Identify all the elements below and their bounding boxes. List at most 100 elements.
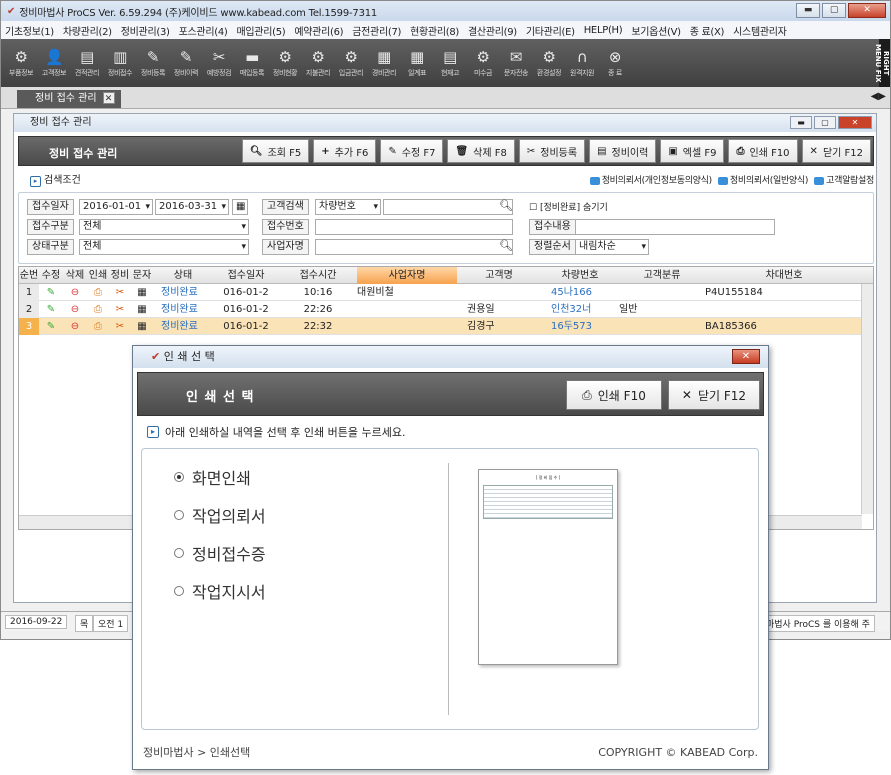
status-cell[interactable]: 정비완료 — [153, 301, 213, 318]
option-screen-print[interactable]: 화면인쇄 — [174, 465, 251, 489]
menu-item[interactable]: 포스관리(4) — [179, 23, 228, 38]
print-button[interactable]: ⎙ 인쇄 F10 — [728, 139, 798, 163]
menu-item[interactable]: 정비관리(3) — [121, 23, 170, 38]
menu-item[interactable]: 시스템관리자 — [733, 23, 787, 38]
vertical-scrollbar[interactable] — [861, 284, 873, 514]
collapse-icon[interactable]: ▸ — [30, 176, 41, 187]
menu-item[interactable]: HELP(H) — [584, 25, 623, 36]
delete-row-icon[interactable]: ⊖ — [63, 301, 87, 318]
message-row-icon[interactable]: ▦ — [131, 318, 153, 335]
customer-search-type[interactable]: 차량번호 — [315, 199, 381, 215]
maximize-button[interactable]: ▢ — [822, 3, 846, 18]
toolbar-button[interactable]: ▬ 매입등록 — [236, 39, 268, 87]
sort-select[interactable]: 내림차순 — [575, 239, 649, 255]
toolbar-button[interactable]: ▦ 경비관리 — [368, 39, 400, 87]
toolbar-button[interactable]: ✎ 정비이력 — [170, 39, 202, 87]
number-input[interactable] — [315, 219, 513, 235]
service-row-icon[interactable]: ✂ — [109, 318, 131, 335]
menu-item[interactable]: 예약관리(6) — [294, 23, 343, 38]
service-row-icon[interactable]: ✂ — [109, 301, 131, 318]
register-button[interactable]: ✂ 정비등록 — [518, 139, 586, 163]
toolbar-button[interactable]: 👤 고객정보 — [38, 39, 70, 87]
radio-icon[interactable] — [174, 586, 184, 596]
toolbar-button[interactable]: ▤ 견적관리 — [71, 39, 103, 87]
inner-close-button[interactable]: ✕ — [838, 116, 872, 129]
message-row-icon[interactable]: ▦ — [131, 284, 153, 301]
grid-header-cell[interactable]: 접수일자 — [213, 267, 279, 284]
dialog-print-button[interactable]: ⎙ 인쇄 F10 — [566, 380, 662, 410]
delete-button[interactable]: 🗑︎ 삭제 F8 — [447, 139, 515, 163]
grid-header-cell[interactable]: 차량번호 — [541, 267, 619, 284]
date-to-field[interactable]: 2016-03-31 — [155, 199, 229, 215]
menu-item[interactable]: 금전관리(7) — [352, 23, 401, 38]
inner-maximize-button[interactable]: ▢ — [814, 116, 836, 129]
grid-header-cell[interactable]: 순번 — [19, 267, 39, 284]
toolbar-button[interactable]: ✂ 예방정검 — [203, 39, 235, 87]
date-from-field[interactable]: 2016-01-01 — [79, 199, 153, 215]
toolbar-button[interactable]: ⚙ 부품정보 — [5, 39, 37, 87]
radio-icon[interactable] — [174, 472, 184, 482]
grid-header-cell[interactable]: 인쇄 — [87, 267, 109, 284]
grid-header-cell[interactable]: 수정 — [39, 267, 63, 284]
status-cell[interactable]: 정비완료 — [153, 318, 213, 335]
menu-item[interactable]: 기초정보(1) — [5, 23, 54, 38]
toolbar-button[interactable]: ✎ 정비등록 — [137, 39, 169, 87]
menu-item[interactable]: 차량관리(2) — [63, 23, 112, 38]
add-button[interactable]: + 추가 F6 — [313, 139, 377, 163]
table-row[interactable]: 3 ✎ ⊖ ⎙ ✂ ▦ 정비완료 016-01-2 22:32 김경구 16두573 BA185366 — [19, 318, 873, 335]
option-reception-receipt[interactable]: 정비접수증 — [174, 541, 266, 565]
table-row[interactable]: 1 ✎ ⊖ ⎙ ✂ ▦ 정비완료 016-01-2 10:16 대원비철 45나166 P4U1551… — [19, 284, 873, 301]
toolbar-button[interactable]: ⊗ 종 료 — [599, 39, 631, 87]
menu-item[interactable]: 종 료(X) — [690, 23, 725, 38]
content-input[interactable] — [575, 219, 775, 235]
grid-header-cell[interactable]: 차대번호 — [705, 267, 863, 284]
close-window-button[interactable]: ✕ 닫기 F12 — [801, 139, 871, 163]
link-customer-alarm[interactable]: 고객알람설정 — [814, 172, 874, 190]
menu-item[interactable]: 결산관리(9) — [468, 23, 517, 38]
dialog-close-button[interactable]: ✕ 닫기 F12 — [668, 380, 760, 410]
toolbar-button[interactable]: ⚙ 지불관리 — [302, 39, 334, 87]
service-row-icon[interactable]: ✂ — [109, 284, 131, 301]
tab-reception[interactable]: 정비 접수 관리 ✕ — [17, 90, 121, 108]
search-button[interactable]: 🔍︎ 조회 F5 — [241, 139, 310, 163]
radio-icon[interactable] — [174, 510, 184, 520]
type-select[interactable]: 전체 — [79, 219, 249, 235]
right-menu-fix[interactable]: RIGHT MENU FIX — [874, 39, 890, 87]
radio-icon[interactable] — [174, 548, 184, 558]
menu-item[interactable]: 보기옵션(V) — [631, 23, 681, 38]
hide-completed-checkbox[interactable]: ☐ [정비완료] 숨기기 — [529, 200, 608, 213]
status-select[interactable]: 전체 — [79, 239, 249, 255]
delete-row-icon[interactable]: ⊖ — [63, 318, 87, 335]
dialog-close-icon[interactable]: ✕ — [732, 349, 760, 364]
biz-search-icon[interactable]: 🔍︎ — [499, 239, 513, 252]
toolbar-button[interactable]: ✉ 문자전송 — [500, 39, 532, 87]
grid-header-cell[interactable]: 고객명 — [457, 267, 541, 284]
grid-header-cell[interactable]: 삭제 — [63, 267, 87, 284]
message-row-icon[interactable]: ▦ — [131, 301, 153, 318]
edit-row-icon[interactable]: ✎ — [39, 318, 63, 335]
toolbar-button[interactable]: ▤ 현재고 — [434, 39, 466, 87]
inner-minimize-button[interactable]: ▬ — [790, 116, 812, 129]
option-work-order[interactable]: 작업지시서 — [174, 579, 266, 603]
toolbar-button[interactable]: ⚙ 미수금 — [467, 39, 499, 87]
grid-header-cell[interactable]: 사업자명 — [357, 267, 457, 284]
print-row-icon[interactable]: ⎙ — [87, 318, 109, 335]
delete-row-icon[interactable]: ⊖ — [63, 284, 87, 301]
calendar-icon[interactable]: ▦ — [232, 199, 248, 215]
toolbar-button[interactable]: ⚙ 환경설정 — [533, 39, 565, 87]
grid-header-cell[interactable]: 상태 — [153, 267, 213, 284]
menu-item[interactable]: 매입관리(5) — [237, 23, 286, 38]
toolbar-button[interactable]: ▥ 정비접수 — [104, 39, 136, 87]
edit-row-icon[interactable]: ✎ — [39, 284, 63, 301]
table-row[interactable]: 2 ✎ ⊖ ⎙ ✂ ▦ 정비완료 016-01-2 22:26 권용일 인천32너 일반 — [19, 301, 873, 318]
menu-item[interactable]: 현황관리(8) — [410, 23, 459, 38]
grid-header-cell[interactable]: 접수시간 — [279, 267, 357, 284]
print-row-icon[interactable]: ⎙ — [87, 301, 109, 318]
grid-header-cell[interactable]: 정비 — [109, 267, 131, 284]
edit-button[interactable]: ✎ 수정 F7 — [380, 139, 444, 163]
menu-item[interactable]: 기타관리(E) — [526, 23, 575, 38]
toolbar-button[interactable]: ⚙ 입금관리 — [335, 39, 367, 87]
toolbar-button[interactable]: ∩ 원격지원 — [566, 39, 598, 87]
option-work-request[interactable]: 작업의뢰서 — [174, 503, 266, 527]
biz-input[interactable] — [315, 239, 513, 255]
